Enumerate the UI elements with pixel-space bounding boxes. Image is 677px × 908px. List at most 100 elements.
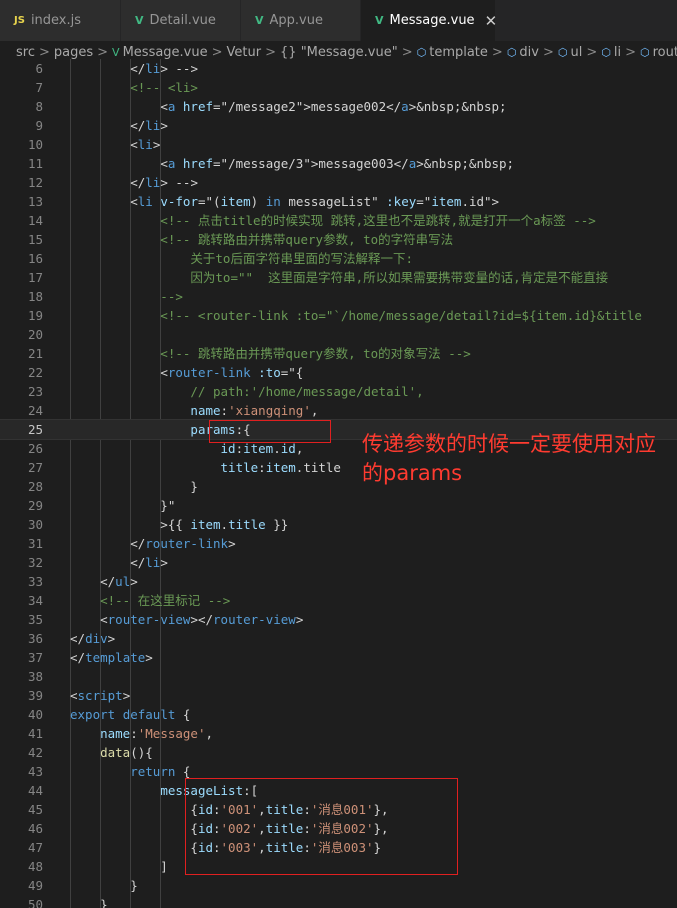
code-line[interactable]: 30 >{{ item.title }} (0, 515, 677, 534)
element-icon: ⬡ (557, 46, 568, 59)
breadcrumb-item-template[interactable]: template (429, 45, 488, 60)
code-line[interactable]: 23 // path:'/home/message/detail', (0, 382, 677, 401)
code-line[interactable]: 6 </li> --> (0, 59, 677, 78)
code-line[interactable]: 17 因为to="" 这里面是字符串,所以如果需要携带变量的话,肯定是不能直接 (0, 268, 677, 287)
code-text: <li> (130, 137, 161, 152)
line-number: 37 (27, 650, 43, 665)
code-text: <a href="/message2">message002</a>&nbsp;… (160, 99, 507, 114)
code-text: </li> --> (130, 61, 198, 76)
code-text: <!-- 点击title的时候实现 跳转,这里也不是跳转,就是打开一个a标签 -… (70, 213, 596, 228)
line-number: 20 (27, 327, 43, 342)
breadcrumb-separator: > (97, 45, 109, 60)
code-line[interactable]: 13 <li v-for="(item) in messageList" :ke… (0, 192, 677, 211)
code-text: return { (130, 764, 191, 779)
line-number: 30 (27, 517, 43, 532)
line-number: 15 (27, 232, 43, 247)
code-line[interactable]: 18 --> (0, 287, 677, 306)
breadcrumb-separator: > (265, 45, 277, 60)
code-line[interactable]: 32 </li> (0, 553, 677, 572)
code-line[interactable]: 22 <router-link :to="{ (0, 363, 677, 382)
breadcrumb-separator: > (38, 45, 50, 60)
breadcrumb-item-ul[interactable]: ul (571, 45, 583, 60)
breadcrumb-separator: > (211, 45, 223, 60)
code-text: } (70, 878, 138, 893)
code-text: 关于to后面字符串里面的写法解释一下: (70, 251, 413, 266)
code-line[interactable]: 11 <a href="/message/3">message003</a>&n… (0, 154, 677, 173)
code-line[interactable]: 49 } (0, 876, 677, 895)
breadcrumb-separator: > (542, 45, 554, 60)
line-number: 24 (27, 403, 43, 418)
tab-detail-vue[interactable]: V Detail.vue (121, 0, 241, 41)
code-line[interactable]: 39 <script> (0, 686, 677, 705)
code-line[interactable]: 38 (0, 667, 677, 686)
code-line[interactable]: 41 name:'Message', (0, 724, 677, 743)
breadcrumb-item-li[interactable]: li (614, 45, 621, 60)
breadcrumb-item-router-link[interactable]: router-link (653, 45, 677, 60)
code-line[interactable]: 31 </router-link> (0, 534, 677, 553)
element-icon: ⬡ (416, 46, 427, 59)
code-line[interactable]: 7 <!-- <li> (0, 78, 677, 97)
code-line[interactable]: 20 (0, 325, 677, 344)
code-text: // path:'/home/message/detail', (70, 384, 424, 399)
code-text: title:item.title (220, 460, 341, 475)
line-number: 12 (27, 175, 43, 190)
code-line[interactable]: 33 </ul> (0, 572, 677, 591)
code-text: <li v-for="(item) in messageList" :key="… (130, 194, 500, 209)
code-line[interactable]: 19 <!-- <router-link :to="`/home/message… (0, 306, 677, 325)
code-line[interactable]: 8 <a href="/message2">message002</a>&nbs… (0, 97, 677, 116)
element-icon: ⬡ (601, 46, 611, 59)
line-number: 7 (35, 80, 43, 95)
code-text: <!-- 跳转路由并携带query参数, to的字符串写法 (70, 232, 454, 247)
element-icon: ⬡ (640, 46, 650, 59)
code-line[interactable]: 12 </li> --> (0, 173, 677, 192)
code-text: name:'xiangqing', (190, 403, 319, 418)
line-number: 35 (27, 612, 43, 627)
line-number: 21 (27, 346, 43, 361)
line-number: 50 (27, 897, 43, 908)
code-line[interactable]: 42 data(){ (0, 743, 677, 762)
code-line[interactable]: 15 <!-- 跳转路由并携带query参数, to的字符串写法 (0, 230, 677, 249)
breadcrumb-item-file[interactable]: Message.vue (123, 45, 208, 60)
code-line[interactable]: 14 <!-- 点击title的时候实现 跳转,这里也不是跳转,就是打开一个a标… (0, 211, 677, 230)
line-number: 43 (27, 764, 43, 779)
breadcrumb-item-src[interactable]: src (16, 45, 35, 60)
breadcrumb-item-pages[interactable]: pages (54, 45, 93, 60)
params-highlight-box (209, 420, 331, 443)
code-line[interactable]: 9 </li> (0, 116, 677, 135)
line-number: 34 (27, 593, 43, 608)
line-number: 40 (27, 707, 43, 722)
code-text: <!-- 跳转路由并携带query参数, to的对象写法 --> (70, 346, 471, 361)
line-number: 13 (27, 194, 43, 209)
line-number: 6 (35, 61, 43, 76)
code-line[interactable]: 40 export default { (0, 705, 677, 724)
line-number: 14 (27, 213, 43, 228)
code-text: <!-- <router-link :to="`/home/message/de… (70, 308, 642, 323)
line-number: 23 (27, 384, 43, 399)
tab-app-vue[interactable]: V App.vue (241, 0, 361, 41)
breadcrumb-item-div[interactable]: div (519, 45, 539, 60)
code-text: </ul> (100, 574, 138, 589)
code-line[interactable]: 24 name:'xiangqing', (0, 401, 677, 420)
breadcrumb-item-vetur[interactable]: Vetur (227, 45, 262, 60)
line-number: 39 (27, 688, 43, 703)
code-line[interactable]: 50 } (0, 895, 677, 908)
code-line[interactable]: 34 <!-- 在这里标记 --> (0, 591, 677, 610)
code-text: } (70, 897, 108, 908)
code-line[interactable]: 36 </div> (0, 629, 677, 648)
breadcrumb-item-module[interactable]: {} "Message.vue" (280, 45, 398, 60)
close-icon[interactable]: ✕ (485, 12, 498, 30)
code-text: </router-link> (130, 536, 236, 551)
code-line[interactable]: 21 <!-- 跳转路由并携带query参数, to的对象写法 --> (0, 344, 677, 363)
line-number: 11 (27, 156, 43, 171)
code-text: <router-link :to="{ (160, 365, 304, 380)
tab-index-js[interactable]: JS index.js (0, 0, 121, 41)
code-line[interactable]: 10 <li> (0, 135, 677, 154)
line-number: 38 (27, 669, 43, 684)
tab-message-vue[interactable]: V Message.vue ✕ (361, 0, 498, 41)
breadcrumb-separator: > (491, 45, 503, 60)
tab-label: index.js (30, 13, 82, 28)
code-line[interactable]: 16 关于to后面字符串里面的写法解释一下: (0, 249, 677, 268)
code-line[interactable]: 37 </template> (0, 648, 677, 667)
code-line[interactable]: 29 }" (0, 496, 677, 515)
code-line[interactable]: 35 <router-view></router-view> (0, 610, 677, 629)
